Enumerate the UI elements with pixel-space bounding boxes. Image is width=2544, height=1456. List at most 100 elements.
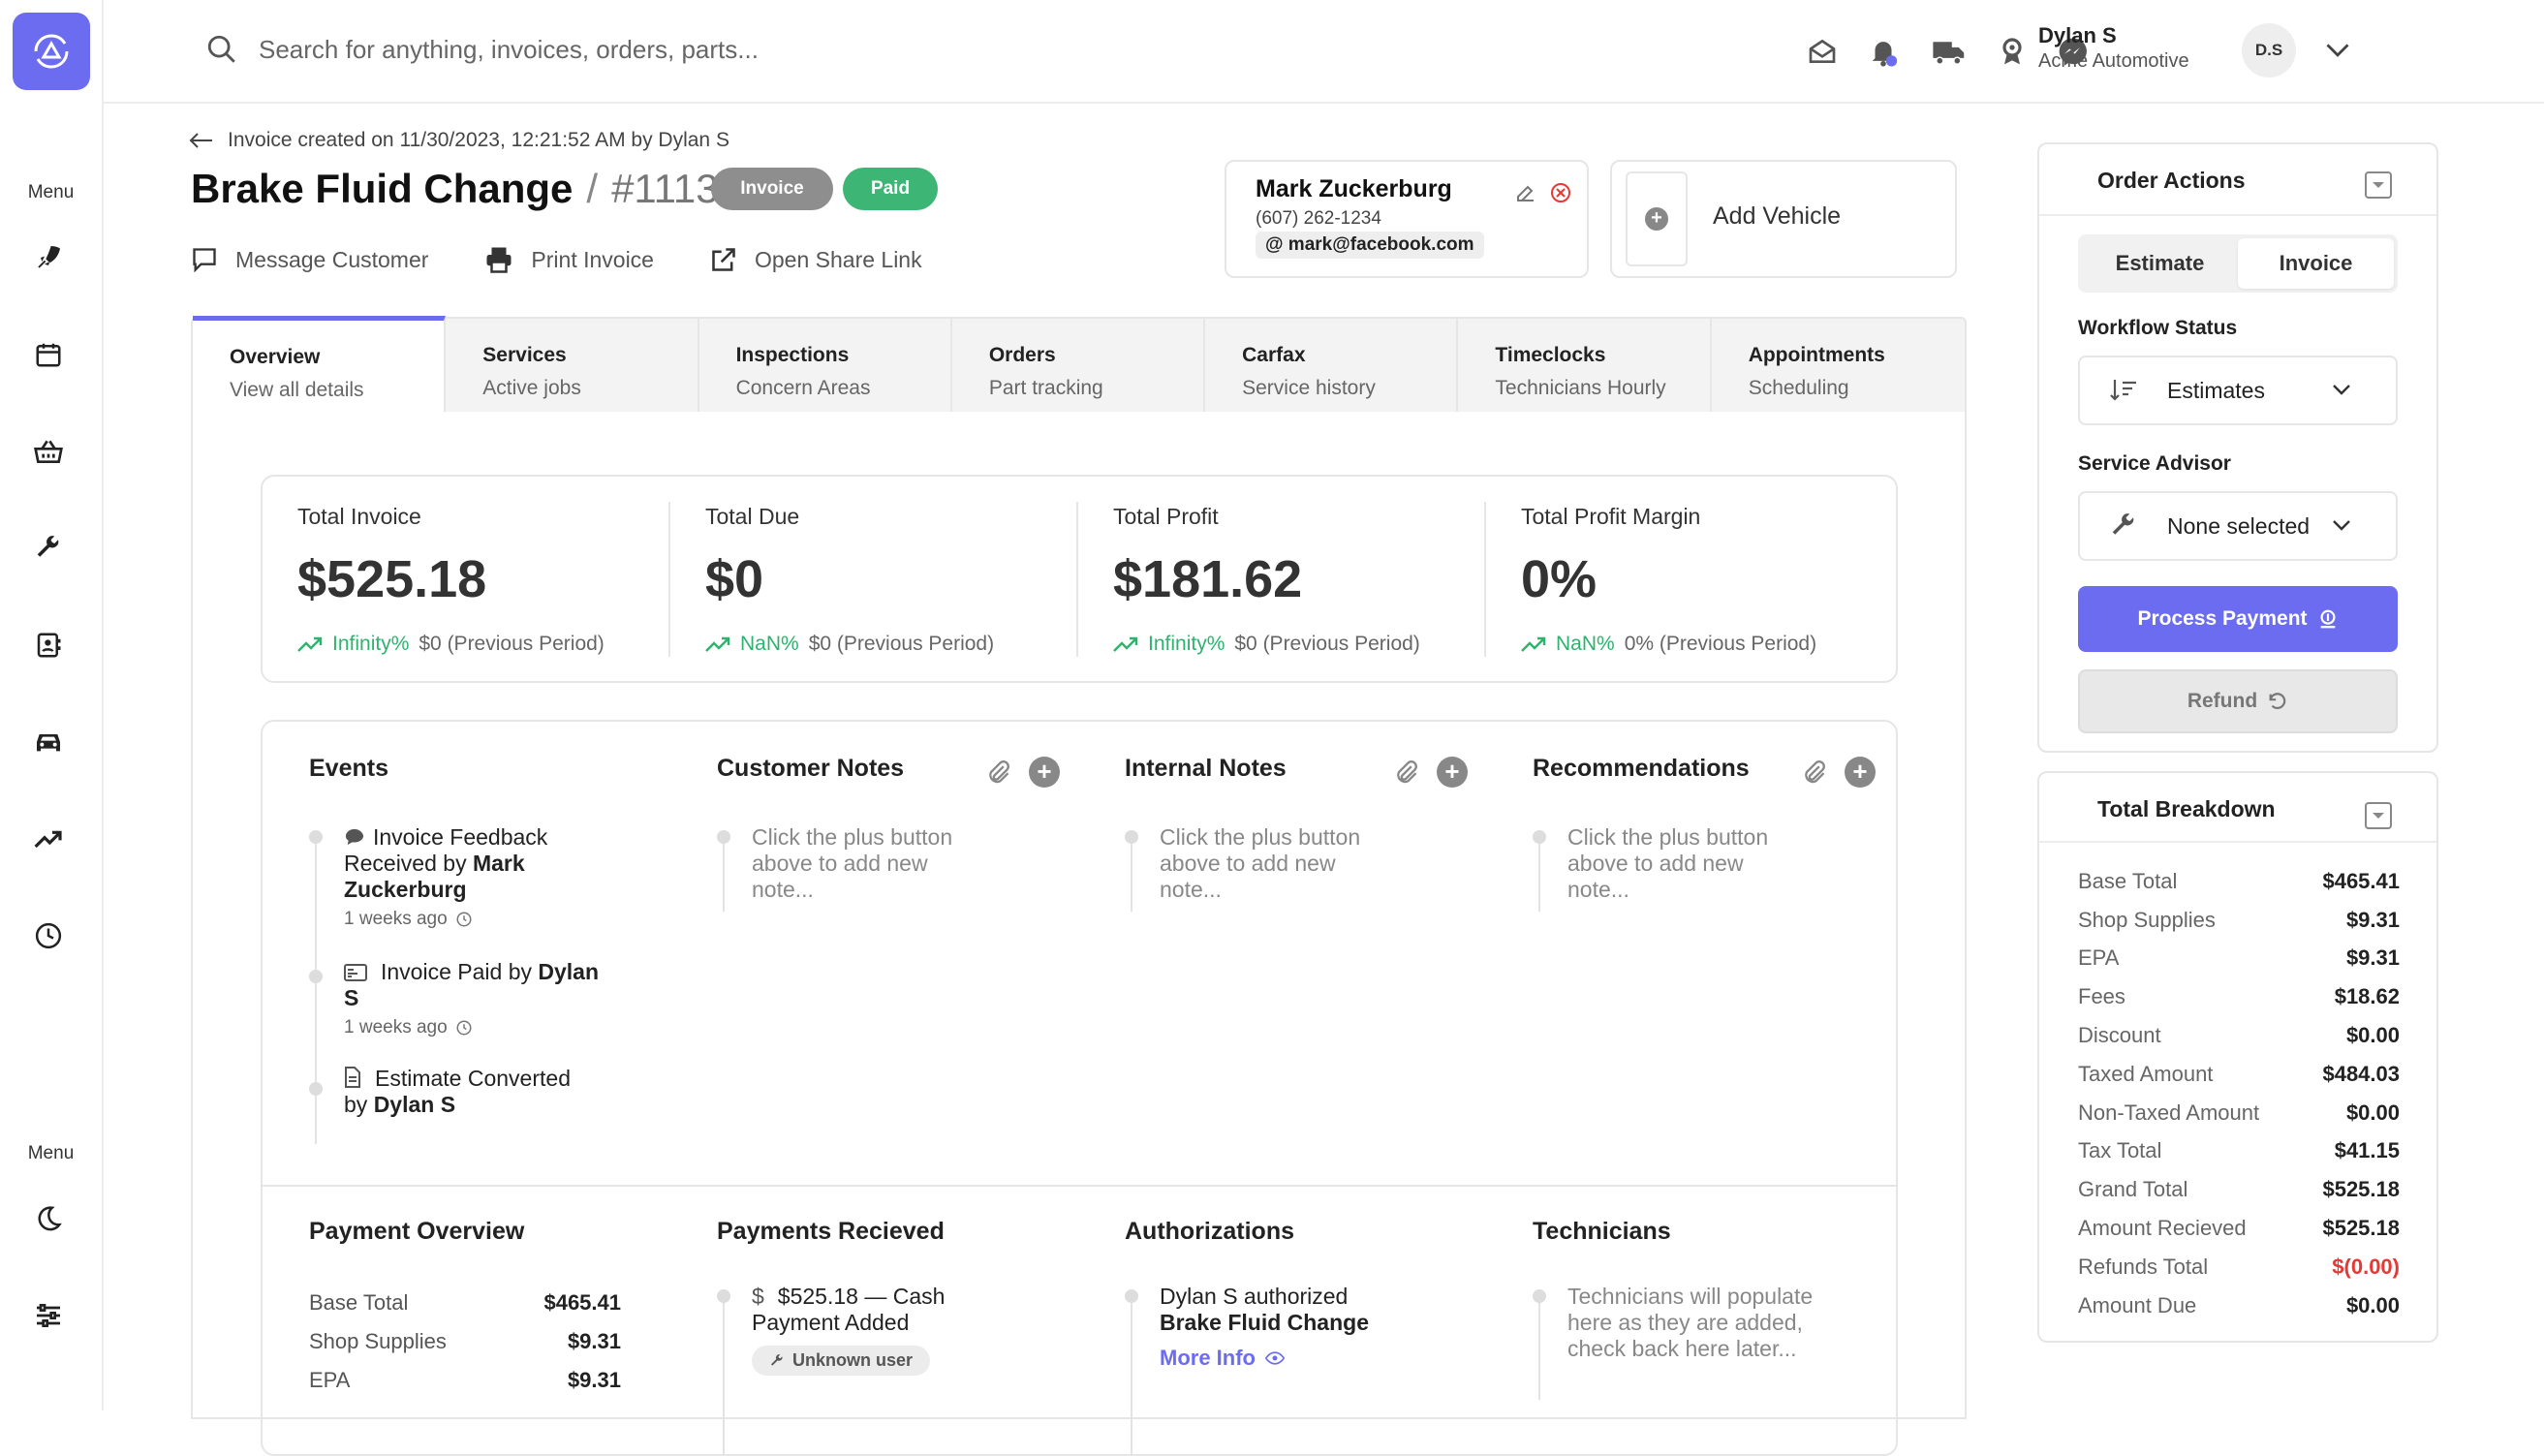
workflow-status-label: Workflow Status — [2078, 317, 2238, 339]
payment-amount: $525.18 — Cash — [777, 1284, 946, 1309]
event-time-text: 1 weeks ago — [344, 909, 448, 929]
event-text: Invoice Feedback Received by Mark Zucker… — [309, 824, 600, 903]
breakdown-value: $0.00 — [2345, 1100, 2400, 1125]
tab-carfax[interactable]: Carfax Service history — [1205, 319, 1459, 412]
add-internal-note-button[interactable]: + — [1437, 757, 1468, 788]
breakdown-row: Shop Supplies $9.31 — [2078, 901, 2400, 940]
events-timeline: Invoice Feedback Received by Mark Zucker… — [309, 824, 600, 1144]
attachment-icon[interactable] — [1800, 758, 1827, 787]
attachment-icon[interactable] — [984, 758, 1011, 787]
clock-icon[interactable] — [27, 914, 70, 957]
total-breakdown-title: Total Breakdown — [2097, 796, 2276, 821]
message-customer-button[interactable]: Message Customer — [191, 245, 428, 274]
internal-notes-list: Click the plus button above to add new n… — [1125, 824, 1415, 912]
search-input[interactable] — [259, 27, 937, 72]
car-icon[interactable] — [27, 721, 70, 763]
breakdown-row: Fees $18.62 — [2078, 977, 2400, 1016]
attachment-icon[interactable] — [1392, 758, 1419, 787]
tab-title: Timeclocks — [1495, 344, 1606, 366]
truck-icon[interactable] — [1931, 33, 1968, 70]
breakdown-label: Taxed Amount — [2078, 1061, 2214, 1086]
collapse-icon[interactable] — [2365, 171, 2392, 199]
service-advisor-value: None selected — [2167, 512, 2311, 539]
sidebar: Menu Menu — [0, 0, 104, 1410]
payment-row-value: $9.31 — [567, 1368, 621, 1392]
tab-bar: Overview View all details Services Active … — [191, 316, 1967, 412]
recommendations-list: Click the plus button above to add new n… — [1533, 824, 1823, 912]
stat-pct: NaN% — [740, 633, 799, 655]
tab-overview[interactable]: Overview View all details — [193, 316, 447, 412]
tab-title: Inspections — [735, 344, 850, 366]
breakdown-row: Amount Recieved $525.18 — [2078, 1209, 2400, 1248]
bell-icon[interactable] — [1865, 33, 1902, 70]
calendar-icon[interactable] — [27, 333, 70, 376]
invoice-title: Brake Fluid Change — [191, 166, 574, 211]
breakdown-label: Refunds Total — [2078, 1254, 2209, 1279]
tab-orders[interactable]: Orders Part tracking — [952, 319, 1206, 412]
tab-services[interactable]: Services Active jobs — [446, 319, 699, 412]
add-vehicle-card[interactable]: + Add Vehicle — [1610, 160, 1957, 278]
tab-appointments[interactable]: Appointments Scheduling — [1712, 319, 1965, 412]
breakdown-value: $41.15 — [2334, 1138, 2400, 1163]
open-share-link-button[interactable]: Open Share Link — [710, 245, 922, 274]
sort-icon — [2109, 378, 2138, 403]
customer-card[interactable]: Mark Zuckerburg (607) 262-1234 @ mark@fa… — [1225, 160, 1589, 278]
tab-timeclocks[interactable]: Timeclocks Technicians Hourly — [1458, 319, 1712, 412]
rocket-icon[interactable] — [27, 236, 70, 279]
notes-card: Events Customer Notes + Internal Notes +… — [261, 720, 1898, 1456]
technicians-list: Technicians will populate here as they a… — [1533, 1284, 1823, 1400]
event-time-text: 1 weeks ago — [344, 1017, 448, 1038]
timeline-line — [723, 838, 725, 912]
breadcrumb: Invoice created on 11/30/2023, 12:21:52 … — [189, 129, 729, 152]
edit-icon[interactable] — [1514, 181, 1537, 204]
tab-title: Orders — [988, 344, 1056, 366]
authorization-entry: Dylan S authorized Brake Fluid Change — [1125, 1284, 1415, 1336]
stat-change: Infinity% $0 (Previous Period) — [1113, 633, 1486, 656]
add-recommendation-button[interactable]: + — [1845, 757, 1876, 788]
timeline-line — [1538, 1297, 1540, 1400]
avatar[interactable]: D.S — [2242, 23, 2296, 77]
service-advisor-select[interactable]: None selected — [2078, 491, 2398, 561]
tab-inspections[interactable]: Inspections Concern Areas — [699, 319, 952, 412]
tab-subtitle: Active jobs — [482, 377, 581, 399]
trending-icon[interactable] — [27, 818, 70, 860]
segment-invoice[interactable]: Invoice — [2238, 238, 2394, 289]
basket-icon[interactable] — [27, 430, 70, 473]
collapse-icon[interactable] — [2365, 802, 2392, 829]
stat-label: Total Invoice — [297, 504, 421, 529]
tab-subtitle: Concern Areas — [735, 377, 871, 399]
moon-icon[interactable] — [27, 1197, 70, 1240]
refund-button[interactable]: Refund — [2078, 669, 2398, 733]
wrench-icon — [2109, 511, 2138, 541]
segment-estimate[interactable]: Estimate — [2082, 238, 2238, 289]
timeline-dot — [717, 1289, 730, 1303]
stat-total-due: Total Due $0 NaN% $0 (Previous Period) — [670, 477, 1078, 681]
customer-phone: (607) 262-1234 — [1256, 208, 1381, 229]
award-icon[interactable] — [1994, 33, 2031, 70]
workflow-status-select[interactable]: Estimates — [2078, 356, 2398, 425]
breakdown-value: $0.00 — [2345, 1023, 2400, 1048]
back-arrow-icon[interactable] — [189, 132, 214, 149]
timeline-dot — [717, 830, 730, 844]
sliders-icon[interactable] — [27, 1294, 70, 1337]
customer-email[interactable]: @ mark@facebook.com — [1256, 232, 1484, 259]
process-payment-button[interactable]: Process Payment — [2078, 586, 2398, 652]
chevron-down-icon[interactable] — [2324, 39, 2351, 60]
authorizations-title: Authorizations — [1125, 1218, 1294, 1245]
print-invoice-button[interactable]: Print Invoice — [484, 245, 654, 274]
remove-customer-icon[interactable] — [1549, 181, 1572, 204]
wrench-icon[interactable] — [27, 527, 70, 570]
app-logo[interactable] — [13, 13, 90, 90]
technicians-empty: Technicians will populate here as they a… — [1567, 1284, 1814, 1361]
stat-profit-margin: Total Profit Margin 0% NaN% 0% (Previous … — [1486, 477, 1894, 681]
customer-name: Mark Zuckerburg — [1256, 175, 1452, 202]
search-icon — [205, 33, 238, 66]
inbox-icon[interactable] — [1804, 33, 1841, 70]
add-customer-note-button[interactable]: + — [1029, 757, 1060, 788]
payment-row-value: $465.41 — [543, 1290, 621, 1315]
event-time: 1 weeks ago — [309, 1017, 600, 1038]
contacts-icon[interactable] — [27, 624, 70, 666]
breakdown-row: EPA $9.31 — [2078, 940, 2400, 978]
recommendations-actions: + — [1800, 757, 1876, 788]
more-info-link[interactable]: More Info — [1125, 1346, 1415, 1371]
